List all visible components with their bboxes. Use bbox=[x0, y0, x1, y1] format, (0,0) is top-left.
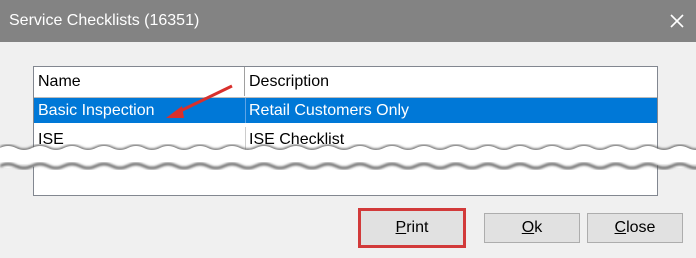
close-icon[interactable] bbox=[666, 10, 688, 32]
ok-button-label: Ok bbox=[521, 219, 543, 236]
dialog-title: Service Checklists (16351) bbox=[9, 12, 200, 29]
title-bar: Service Checklists (16351) bbox=[0, 0, 696, 42]
row-description: Retail Customers Only bbox=[249, 102, 410, 119]
service-checklists-dialog: Service Checklists (16351) Name Descript… bbox=[0, 0, 696, 258]
close-button[interactable]: Close bbox=[587, 213, 683, 243]
print-button[interactable]: Print bbox=[358, 208, 466, 248]
checklist-list[interactable]: Name Description Basic Inspection Retail… bbox=[33, 66, 658, 196]
close-button-label: Close bbox=[614, 219, 656, 236]
ok-button[interactable]: Ok bbox=[484, 213, 580, 243]
row-name: Basic Inspection bbox=[38, 102, 155, 119]
list-header: Name Description bbox=[34, 67, 657, 98]
column-header-description[interactable]: Description bbox=[245, 67, 657, 96]
print-button-label: Print bbox=[395, 219, 429, 236]
torn-edge-divider bbox=[0, 144, 696, 170]
column-header-name[interactable]: Name bbox=[34, 67, 245, 96]
list-row-basic-inspection[interactable]: Basic Inspection Retail Customers Only bbox=[34, 98, 657, 123]
